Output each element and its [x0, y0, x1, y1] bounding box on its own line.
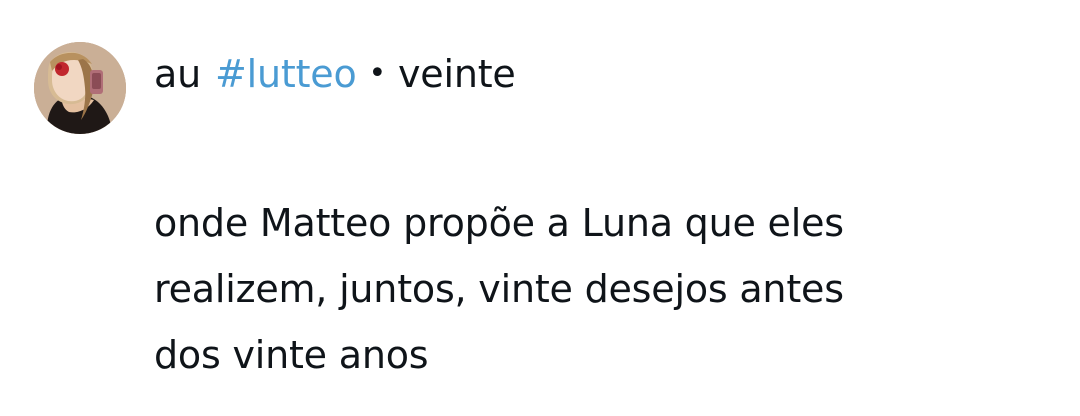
post-suffix: veinte	[398, 52, 516, 96]
post: au #lutteo • veinte onde Matteo propõe a…	[0, 0, 1080, 416]
post-body-line: onde Matteo propõe a Luna que eles	[154, 201, 844, 245]
post-header: au #lutteo • veinte	[154, 46, 516, 102]
post-body: onde Matteo propõe a Luna que eles reali…	[154, 190, 1044, 388]
separator-dot: •	[368, 56, 387, 91]
profile-avatar-image	[34, 42, 126, 134]
post-body-line: dos vinte anos	[154, 333, 429, 377]
hashtag-link[interactable]: #lutteo	[215, 46, 357, 102]
avatar[interactable]	[34, 42, 126, 134]
post-body-line: realizem, juntos, vinte desejos antes	[154, 267, 844, 311]
post-prefix: au	[154, 52, 201, 96]
